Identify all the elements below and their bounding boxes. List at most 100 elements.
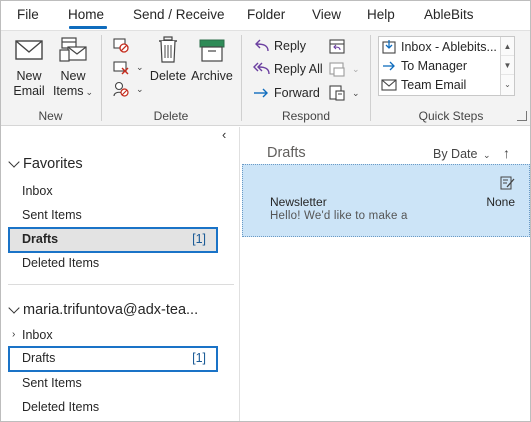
- message-list-item[interactable]: Newsletter None Hello! We'd like to make…: [242, 164, 530, 237]
- folder-label: Drafts: [22, 351, 56, 365]
- folder-sent-items[interactable]: Sent Items: [8, 371, 218, 395]
- sort-direction-arrow-icon[interactable]: ↑: [503, 145, 510, 161]
- menu-tab-bar: File Home Send / Receive Folder View Hel…: [0, 0, 531, 30]
- chevron-down-icon: ⌄: [85, 87, 94, 97]
- chevron-down-icon: ⌄: [352, 63, 360, 74]
- archive-button[interactable]: Archive: [189, 35, 235, 84]
- tab-help[interactable]: Help: [367, 7, 395, 22]
- account-title: maria.trifuntova@adx-tea...: [23, 302, 199, 318]
- folder-label: Deleted Items: [22, 256, 100, 270]
- chevron-down-icon: ⌄: [482, 150, 491, 160]
- tab-view[interactable]: View: [312, 7, 341, 22]
- folder-label: Inbox: [22, 184, 53, 198]
- more-icon[interactable]: ⌄: [501, 75, 514, 94]
- quick-step-label: Team Email: [401, 77, 467, 92]
- folder-label: Deleted Items: [22, 400, 100, 414]
- message-sender: Newsletter: [270, 195, 327, 209]
- ribbon: New Email New Items ⌄ New ⌄ ⌄ Delete Arc…: [0, 30, 531, 126]
- reply-button[interactable]: Reply: [252, 35, 306, 57]
- folder-inbox[interactable]: Inbox: [8, 179, 218, 203]
- forward-button[interactable]: Forward: [252, 82, 320, 104]
- quick-steps-scrollbar[interactable]: ▲ ▼ ⌄: [500, 37, 514, 95]
- new-email-label-2: Email: [13, 84, 45, 98]
- ignore-button[interactable]: [112, 34, 134, 56]
- new-email-label-1: New: [16, 69, 42, 83]
- clean-up-button[interactable]: ⌄: [112, 56, 144, 78]
- draft-pencil-icon: [500, 176, 515, 190]
- favorites-header[interactable]: Favorites: [8, 156, 83, 172]
- delete-button[interactable]: Delete: [148, 35, 188, 84]
- quick-step-item[interactable]: Team Email: [381, 75, 466, 94]
- new-items-icon: [59, 37, 87, 62]
- new-items-label-1: New: [60, 69, 86, 83]
- tab-send-receive[interactable]: Send / Receive: [133, 7, 225, 22]
- delete-group-label: Delete: [153, 109, 189, 123]
- folder-sent-items[interactable]: Sent Items: [8, 203, 218, 227]
- envelope-icon: [381, 78, 397, 91]
- more-respond-button[interactable]: ⌄: [328, 82, 360, 104]
- chevron-down-icon: ⌄: [352, 87, 360, 98]
- calendar-reply-icon: [329, 39, 345, 54]
- scroll-up-icon[interactable]: ▲: [501, 37, 514, 56]
- reply-all-icon: [253, 62, 270, 75]
- forward-icon: [254, 88, 268, 98]
- quick-step-item[interactable]: To Manager: [381, 56, 467, 75]
- trash-icon: [159, 36, 177, 63]
- dialog-launcher-icon[interactable]: [517, 111, 527, 121]
- respond-group: Reply Reply All Forward ⌄ ⌄ Respond: [242, 31, 370, 125]
- account-header[interactable]: maria.trifuntova@adx-tea...: [8, 302, 198, 318]
- reply-icon: [255, 39, 269, 52]
- junk-button[interactable]: ⌄: [112, 78, 144, 100]
- folder-inbox[interactable]: Inbox: [8, 323, 218, 347]
- quick-step-label: Inbox - Ablebits...: [401, 39, 497, 54]
- new-items-button[interactable]: New Items ⌄: [50, 35, 96, 100]
- clean-up-icon: [113, 61, 129, 75]
- reply-all-label: Reply All: [274, 62, 323, 76]
- quick-steps-group-label: Quick Steps: [418, 109, 484, 123]
- tab-ablebits[interactable]: AbleBits: [424, 7, 474, 22]
- folder-deleted-items[interactable]: Deleted Items: [8, 395, 218, 419]
- envelope-icon: [15, 40, 43, 60]
- message-date: None: [486, 195, 515, 209]
- folder-pane: ‹ Favorites Inbox Sent Items Drafts [1] …: [0, 127, 240, 422]
- im-button[interactable]: ⌄: [328, 58, 360, 80]
- reply-all-button[interactable]: Reply All: [252, 58, 323, 80]
- tab-file[interactable]: File: [17, 7, 39, 22]
- chevron-down-icon: [8, 158, 20, 170]
- new-email-button[interactable]: New Email: [8, 35, 50, 99]
- forward-arrow-icon: [383, 61, 395, 70]
- archive-icon: [199, 39, 225, 62]
- message-list-pane: Drafts By Date ⌄ ↑ Newsletter None Hello…: [241, 127, 531, 422]
- ignore-icon: [113, 38, 129, 53]
- junk-icon: [113, 81, 129, 97]
- move-to-folder-icon: [382, 39, 396, 54]
- respond-group-label: Respond: [281, 109, 331, 123]
- folder-deleted-items[interactable]: Deleted Items: [8, 251, 218, 275]
- reply-label: Reply: [274, 39, 306, 53]
- chevron-down-icon: [8, 304, 20, 316]
- folder-drafts[interactable]: Drafts [1]: [8, 346, 218, 372]
- quick-step-item[interactable]: Inbox - Ablebits...: [381, 37, 497, 56]
- folder-label: Sent Items: [22, 376, 82, 390]
- folder-title: Drafts: [267, 145, 306, 161]
- meeting-button[interactable]: [328, 35, 350, 57]
- im-reply-icon: [329, 62, 345, 77]
- folder-drafts[interactable]: Drafts [1]: [8, 227, 218, 253]
- folder-label: Inbox: [22, 328, 53, 342]
- scroll-down-icon[interactable]: ▼: [501, 56, 514, 75]
- chevron-down-icon: ⌄: [136, 61, 144, 72]
- sort-by-dropdown[interactable]: By Date ⌄: [433, 147, 491, 161]
- folder-label: Sent Items: [22, 208, 82, 222]
- delete-group: ⌄ ⌄ Delete Archive Delete: [102, 31, 240, 125]
- more-respond-icon: [329, 85, 345, 101]
- quick-steps-gallery: Inbox - Ablebits... To Manager Team Emai…: [378, 36, 515, 96]
- favorites-title: Favorites: [23, 156, 83, 172]
- collapse-pane-icon[interactable]: ‹: [222, 127, 226, 142]
- tab-folder[interactable]: Folder: [247, 7, 285, 22]
- message-preview: Hello! We'd like to make a: [270, 210, 408, 222]
- tab-home[interactable]: Home: [68, 7, 104, 22]
- unread-count: [1]: [192, 351, 206, 365]
- chevron-down-icon: ⌄: [136, 83, 144, 94]
- sort-label: By Date: [433, 147, 478, 161]
- new-group: New Email New Items ⌄ New: [0, 31, 101, 125]
